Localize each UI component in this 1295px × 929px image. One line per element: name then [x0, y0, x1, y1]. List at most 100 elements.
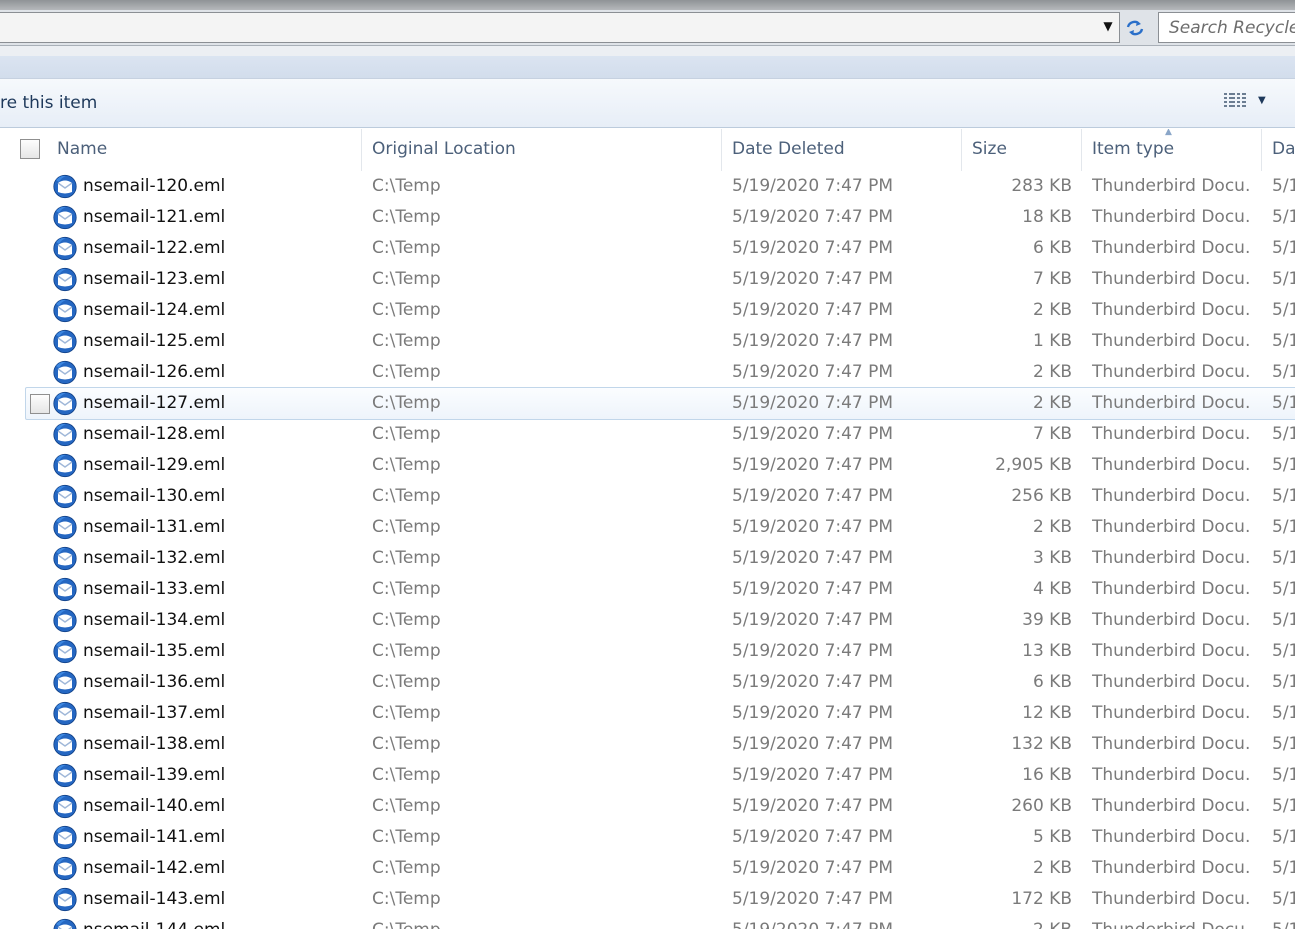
change-view-button[interactable] — [1222, 91, 1250, 113]
search-input[interactable] — [1159, 13, 1295, 42]
file-name[interactable]: nsemail-136.eml — [83, 672, 225, 692]
original-location: C:\Temp — [372, 703, 441, 723]
column-header-item-type[interactable]: Item type — [1082, 129, 1262, 171]
original-location: C:\Temp — [372, 176, 441, 196]
date-deleted: 5/19/2020 7:47 PM — [732, 548, 894, 568]
thunderbird-document-icon — [53, 329, 77, 354]
table-row[interactable]: nsemail-140.eml C:\Temp 5/19/2020 7:47 PM 2… — [0, 791, 1295, 822]
date-deleted: 5/19/2020 7:47 PM — [732, 734, 894, 754]
date-deleted: 5/19/2020 7:47 PM — [732, 300, 894, 320]
item-type: Thunderbird Docu... — [1092, 610, 1252, 630]
date-deleted: 5/19/2020 7:47 PM — [732, 486, 894, 506]
date-modified: 5/1 — [1272, 703, 1295, 723]
table-row[interactable]: nsemail-131.eml C:\Temp 5/19/2020 7:47 PM 2… — [0, 512, 1295, 543]
file-name[interactable]: nsemail-127.eml — [83, 393, 225, 413]
table-row[interactable]: nsemail-123.eml C:\Temp 5/19/2020 7:47 PM 7… — [0, 264, 1295, 295]
table-row[interactable]: nsemail-133.eml C:\Temp 5/19/2020 7:47 PM 4… — [0, 574, 1295, 605]
thunderbird-document-icon — [53, 360, 77, 385]
table-row[interactable]: nsemail-135.eml C:\Temp 5/19/2020 7:47 PM 1… — [0, 636, 1295, 667]
sort-ascending-icon: ▲ — [1165, 129, 1172, 137]
row-select-checkbox[interactable] — [30, 394, 50, 414]
table-row[interactable]: nsemail-130.eml C:\Temp 5/19/2020 7:47 PM 2… — [0, 481, 1295, 512]
file-name[interactable]: nsemail-128.eml — [83, 424, 225, 444]
address-bar[interactable] — [0, 12, 1120, 43]
file-name[interactable]: nsemail-143.eml — [83, 889, 225, 909]
file-name[interactable]: nsemail-123.eml — [83, 269, 225, 289]
file-name[interactable]: nsemail-129.eml — [83, 455, 225, 475]
column-header-name[interactable]: Name — [0, 129, 362, 171]
file-size: 2 KB — [1032, 300, 1072, 320]
file-name[interactable]: nsemail-120.eml — [83, 176, 225, 196]
table-row[interactable]: nsemail-125.eml C:\Temp 5/19/2020 7:47 PM 1… — [0, 326, 1295, 357]
date-deleted: 5/19/2020 7:47 PM — [732, 765, 894, 785]
column-header-date-modified[interactable]: Da — [1262, 129, 1295, 171]
column-header-size[interactable]: Size — [962, 129, 1082, 171]
table-row[interactable]: nsemail-122.eml C:\Temp 5/19/2020 7:47 PM 6… — [0, 233, 1295, 264]
item-type: Thunderbird Docu... — [1092, 579, 1252, 599]
table-row[interactable]: nsemail-124.eml C:\Temp 5/19/2020 7:47 PM 2… — [0, 295, 1295, 326]
file-name[interactable]: nsemail-138.eml — [83, 734, 225, 754]
file-size: 6 KB — [1032, 672, 1072, 692]
address-dropdown-button[interactable]: ▼ — [1098, 12, 1118, 39]
original-location: C:\Temp — [372, 331, 441, 351]
restore-item-button[interactable]: re this item — [0, 93, 97, 113]
table-row[interactable]: nsemail-127.eml C:\Temp 5/19/2020 7:47 PM 2… — [0, 387, 1295, 420]
thunderbird-document-icon — [53, 763, 77, 788]
date-deleted: 5/19/2020 7:47 PM — [732, 641, 894, 661]
file-name[interactable]: nsemail-131.eml — [83, 517, 225, 537]
thunderbird-document-icon — [53, 794, 77, 819]
table-row[interactable]: nsemail-134.eml C:\Temp 5/19/2020 7:47 PM 3… — [0, 605, 1295, 636]
date-deleted: 5/19/2020 7:47 PM — [732, 393, 894, 413]
table-row[interactable]: nsemail-138.eml C:\Temp 5/19/2020 7:47 PM 1… — [0, 729, 1295, 760]
column-header-original-location[interactable]: Original Location — [362, 129, 722, 171]
table-row[interactable]: nsemail-129.eml C:\Temp 5/19/2020 7:47 PM 2… — [0, 450, 1295, 481]
table-row[interactable]: nsemail-132.eml C:\Temp 5/19/2020 7:47 PM 3… — [0, 543, 1295, 574]
file-list: Name Original Location Date Deleted Size… — [0, 129, 1295, 929]
table-row[interactable]: nsemail-144.eml C:\Temp 5/19/2020 7:47 PM 2… — [0, 915, 1295, 929]
file-name[interactable]: nsemail-133.eml — [83, 579, 225, 599]
file-name[interactable]: nsemail-126.eml — [83, 362, 225, 382]
file-name[interactable]: nsemail-125.eml — [83, 331, 225, 351]
date-deleted: 5/19/2020 7:47 PM — [732, 610, 894, 630]
column-header-date-deleted[interactable]: Date Deleted — [722, 129, 962, 171]
table-row[interactable]: nsemail-136.eml C:\Temp 5/19/2020 7:47 PM 6… — [0, 667, 1295, 698]
date-modified: 5/1 — [1272, 889, 1295, 909]
table-row[interactable]: nsemail-142.eml C:\Temp 5/19/2020 7:47 PM 2… — [0, 853, 1295, 884]
file-name[interactable]: nsemail-137.eml — [83, 703, 225, 723]
item-type: Thunderbird Docu... — [1092, 672, 1252, 692]
toolbar-band — [0, 56, 1295, 79]
thunderbird-document-icon — [53, 267, 77, 292]
file-name[interactable]: nsemail-139.eml — [83, 765, 225, 785]
file-name[interactable]: nsemail-134.eml — [83, 610, 225, 630]
table-row[interactable]: nsemail-120.eml C:\Temp 5/19/2020 7:47 PM 2… — [0, 171, 1295, 202]
file-name[interactable]: nsemail-140.eml — [83, 796, 225, 816]
file-name[interactable]: nsemail-122.eml — [83, 238, 225, 258]
table-row[interactable]: nsemail-143.eml C:\Temp 5/19/2020 7:47 PM 1… — [0, 884, 1295, 915]
file-size: 2 KB — [1032, 858, 1072, 878]
file-name[interactable]: nsemail-141.eml — [83, 827, 225, 847]
table-row[interactable]: nsemail-141.eml C:\Temp 5/19/2020 7:47 PM 5… — [0, 822, 1295, 853]
file-name[interactable]: nsemail-144.eml — [83, 920, 225, 929]
table-row[interactable]: nsemail-139.eml C:\Temp 5/19/2020 7:47 PM 1… — [0, 760, 1295, 791]
search-box[interactable] — [1158, 12, 1295, 43]
date-modified: 5/1 — [1272, 827, 1295, 847]
table-row[interactable]: nsemail-121.eml C:\Temp 5/19/2020 7:47 PM 1… — [0, 202, 1295, 233]
file-name[interactable]: nsemail-124.eml — [83, 300, 225, 320]
file-name[interactable]: nsemail-132.eml — [83, 548, 225, 568]
file-name[interactable]: nsemail-130.eml — [83, 486, 225, 506]
original-location: C:\Temp — [372, 734, 441, 754]
view-options-dropdown[interactable]: ▼ — [1258, 95, 1266, 106]
table-row[interactable]: nsemail-128.eml C:\Temp 5/19/2020 7:47 PM 7… — [0, 419, 1295, 450]
original-location: C:\Temp — [372, 672, 441, 692]
file-name[interactable]: nsemail-142.eml — [83, 858, 225, 878]
thunderbird-document-icon — [53, 701, 77, 726]
address-bar-row: ▼ — [0, 10, 1295, 46]
item-type: Thunderbird Docu... — [1092, 455, 1252, 475]
toolbar-gap — [0, 46, 1295, 56]
refresh-button[interactable] — [1121, 14, 1149, 41]
file-name[interactable]: nsemail-121.eml — [83, 207, 225, 227]
table-row[interactable]: nsemail-137.eml C:\Temp 5/19/2020 7:47 PM 1… — [0, 698, 1295, 729]
item-type: Thunderbird Docu... — [1092, 703, 1252, 723]
file-name[interactable]: nsemail-135.eml — [83, 641, 225, 661]
table-row[interactable]: nsemail-126.eml C:\Temp 5/19/2020 7:47 PM 2… — [0, 357, 1295, 388]
